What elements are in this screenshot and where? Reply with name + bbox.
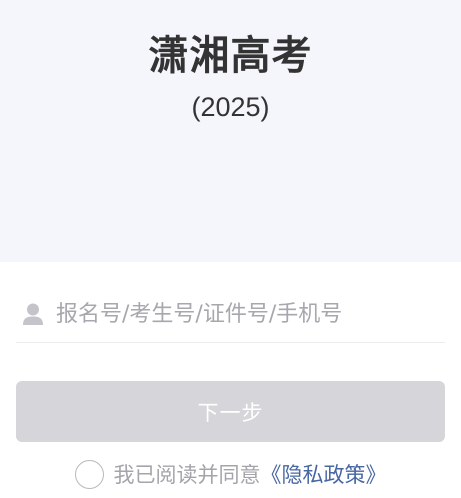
account-field <box>16 286 445 343</box>
login-form: 下一步 我已阅读并同意 《隐私政策》 <box>0 262 461 498</box>
agree-radio[interactable] <box>74 459 104 489</box>
user-icon <box>23 303 43 325</box>
agreement-row: 我已阅读并同意 《隐私政策》 <box>0 456 461 492</box>
account-input[interactable] <box>56 294 436 334</box>
privacy-policy-link[interactable]: 《隐私政策》 <box>261 459 387 489</box>
agree-label: 我已阅读并同意 <box>113 463 261 487</box>
app-title: 潇湘高考 <box>148 33 313 79</box>
app-year: (2025) <box>191 92 270 122</box>
header-banner: 潇湘高考 (2025) <box>0 0 461 262</box>
next-step-button[interactable]: 下一步 <box>16 381 445 442</box>
